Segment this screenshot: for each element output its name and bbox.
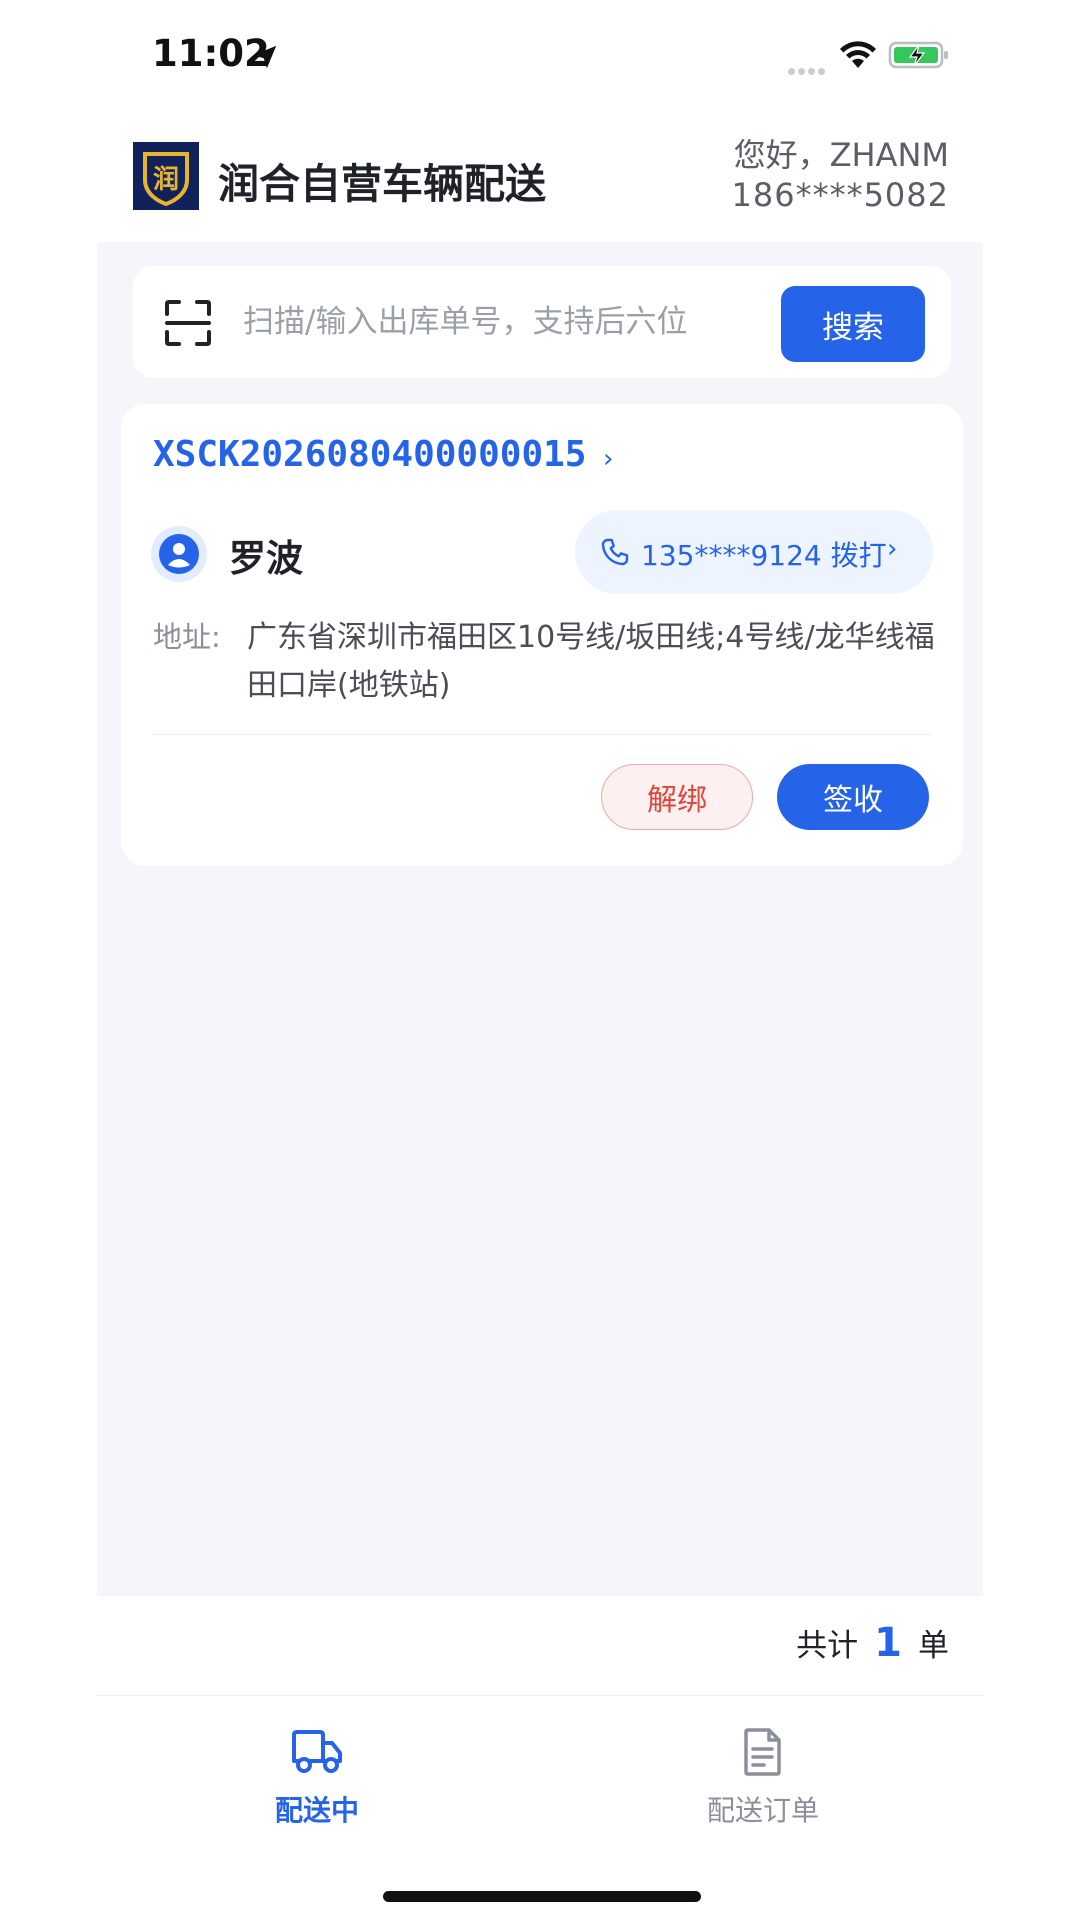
order-total: 共计 1 单: [796, 1620, 949, 1666]
order-total-bar: 共计 1 单: [97, 1596, 983, 1696]
user-greeting: 您好，ZHANM: [733, 136, 949, 174]
search-bar: 搜索: [133, 266, 951, 378]
wifi-icon: [840, 41, 876, 68]
address-text: 广东省深圳市福田区10号线/坂田线;4号线/龙华线福田口岸(地铁站): [247, 620, 935, 703]
app-title: 润合自营车辆配送: [218, 160, 546, 208]
order-search-input[interactable]: [243, 292, 743, 352]
total-suffix: 单: [918, 1628, 949, 1664]
user-phone: 186****5082: [731, 176, 949, 214]
total-count: 1: [874, 1620, 902, 1666]
app-logo: 润: [133, 142, 199, 210]
order-card: XSCK2026080400000015 › 罗波 135****9124 拨打…: [121, 404, 963, 866]
status-bar: 11:02: [0, 0, 1080, 110]
truck-icon: [292, 1730, 342, 1773]
tab-delivery-orders[interactable]: 配送订单: [663, 1727, 863, 1837]
app-header: 润 润合自营车辆配送 您好，ZHANM 186****5082: [97, 110, 983, 242]
total-prefix: 共计: [796, 1628, 859, 1664]
divider: [153, 734, 931, 735]
chevron-right-icon: ›: [887, 534, 898, 564]
search-button[interactable]: 搜索: [781, 286, 925, 362]
svg-text:润: 润: [153, 164, 179, 195]
address-label: 地址:: [153, 620, 221, 654]
scan-icon[interactable]: [163, 298, 213, 348]
sign-button[interactable]: 签收: [777, 764, 929, 830]
unbind-button[interactable]: 解绑: [601, 764, 753, 830]
user-icon: [159, 534, 199, 574]
battery-charging-icon: [888, 41, 948, 69]
home-indicator[interactable]: [383, 1891, 701, 1902]
cellular-signal-icon: [788, 60, 828, 79]
location-arrow-icon: [253, 45, 277, 69]
tab-label: 配送中: [274, 1794, 359, 1827]
avatar: [151, 526, 207, 582]
tab-delivering[interactable]: 配送中: [217, 1727, 417, 1837]
order-number-link[interactable]: XSCK2026080400000015: [153, 434, 586, 475]
document-icon: [744, 1728, 781, 1776]
main-content: 搜索 XSCK2026080400000015 › 罗波 135****9124…: [97, 242, 983, 1596]
call-button[interactable]: 135****9124 拨打 ›: [575, 510, 933, 594]
phone-icon: [601, 538, 629, 566]
shield-logo-icon: 润: [143, 152, 189, 207]
customer-name: 罗波: [229, 537, 303, 580]
tab-bar: 配送中 配送订单: [97, 1697, 983, 1857]
chevron-right-icon[interactable]: ›: [603, 444, 613, 474]
call-label: 135****9124 拨打: [641, 539, 887, 572]
tab-label: 配送订单: [706, 1794, 819, 1827]
